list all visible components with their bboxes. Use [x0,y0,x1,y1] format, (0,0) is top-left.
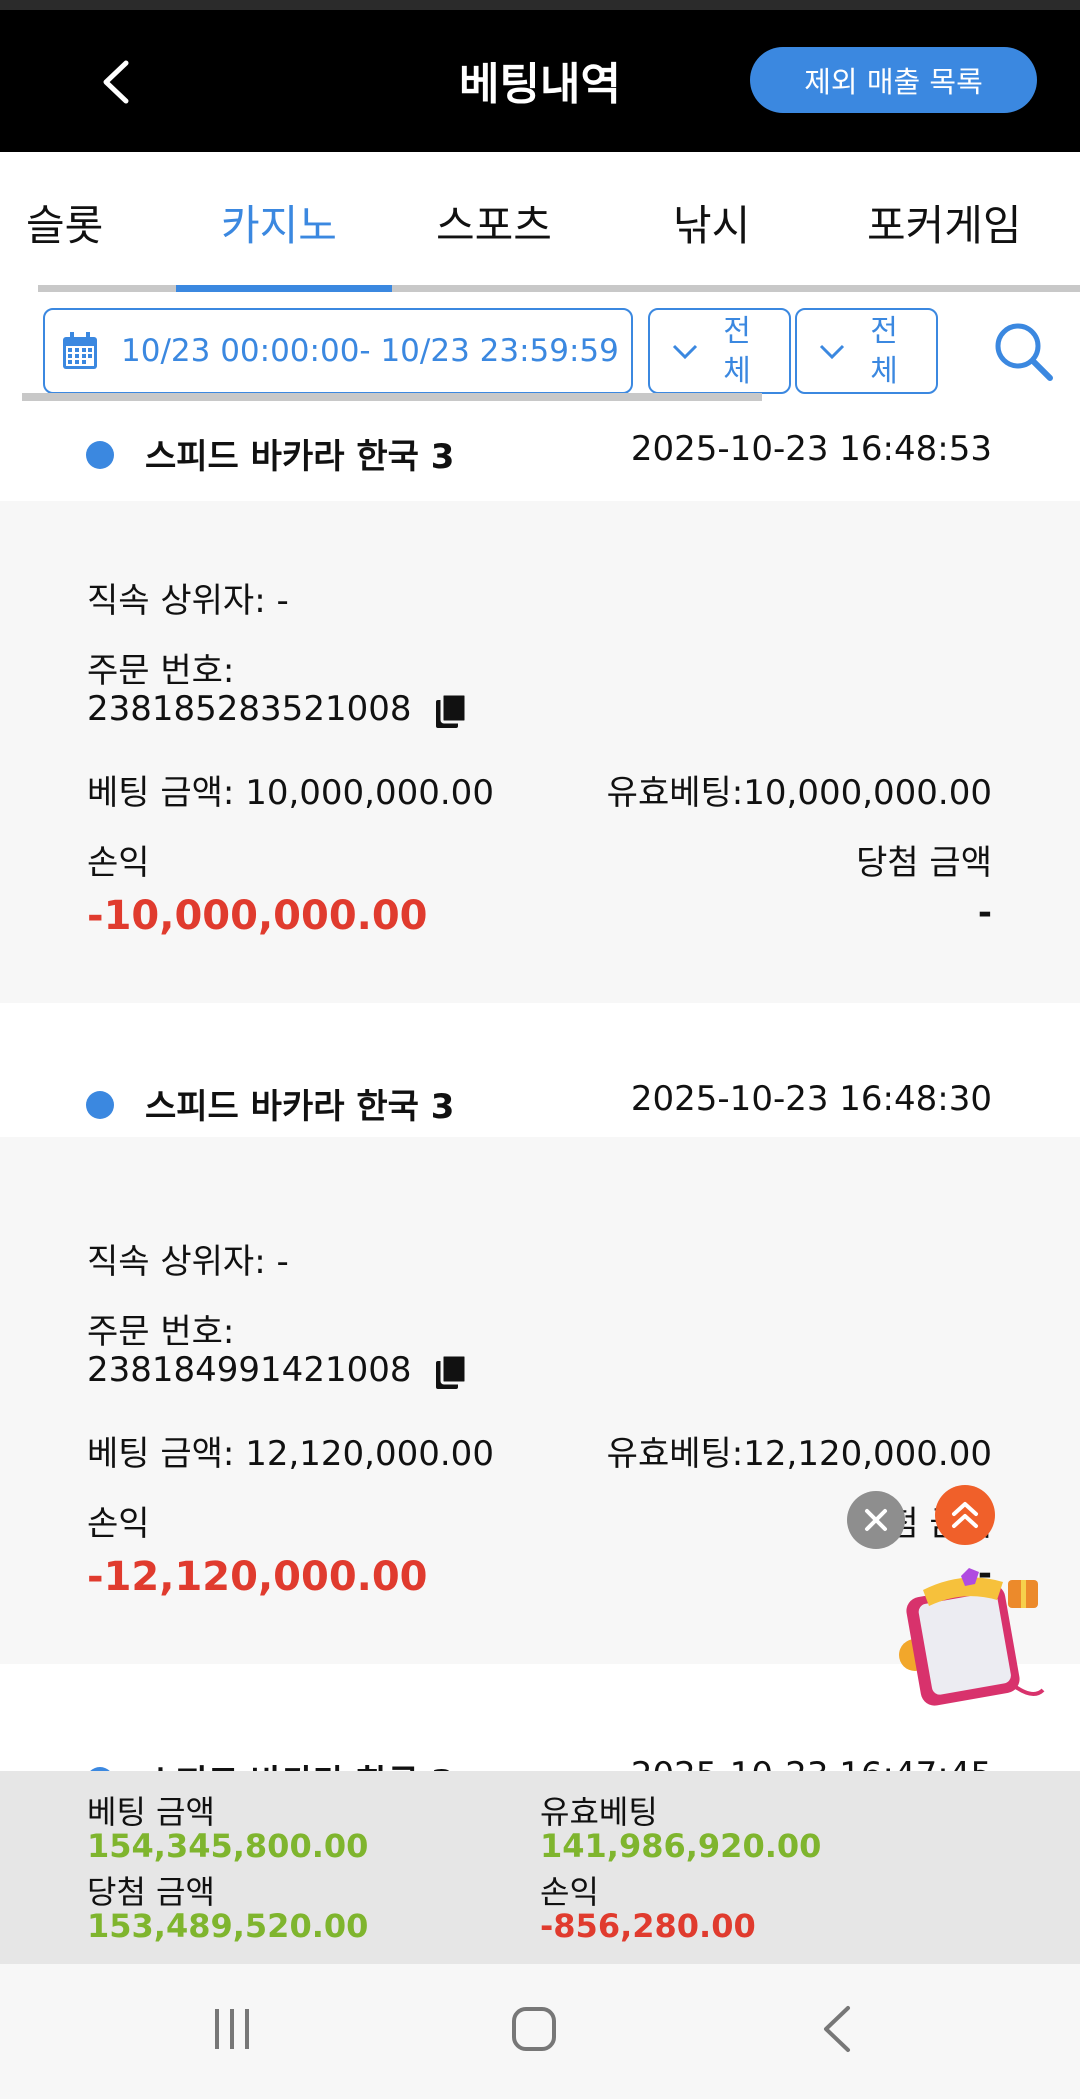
order-number-row: 238185283521008 [87,689,468,730]
game-name: 스피드 바카라 한국 3 [145,1087,455,1127]
bet-time: 2025-10-23 16:48:53 [630,429,992,469]
gift-book-icon [899,1568,1045,1706]
chevron-down-icon [819,344,845,360]
filter-select-2[interactable]: 전체 [795,308,938,394]
summary-valid-bet: 141,986,920.00 [540,1827,822,1865]
bet-header[interactable]: 스피드 바카라 한국 3 2025-10-23 16:48:30 [0,1043,1080,1137]
filter-bar: 10/23 00:00:00- 10/23 23:59:59 전체 전체 [0,292,1080,407]
calendar-icon [63,332,97,369]
profit-value: -12,120,000.00 [87,1554,428,1600]
bet-time: 2025-10-23 16:47:45 [631,1755,992,1771]
system-back-button[interactable] [796,1994,876,2064]
bet-amount-label: 베팅 금액: [87,1434,246,1474]
chevron-down-icon [672,344,698,360]
search-button[interactable] [992,320,1054,382]
bet-detail: 직속 상위자: - 주문 번호: 238184991421008 베팅 금액: … [0,1162,1080,1600]
bet-amount-row: 베팅 금액: 12,120,000.00 [87,1426,494,1475]
valid-bet-row: 유효베팅:10,000,000.00 [607,765,992,814]
tab-sports[interactable]: 스포츠 [436,192,552,253]
system-nav-bar [0,1964,1080,2099]
back-icon [824,2006,850,2052]
tab-poker[interactable]: 포커게임 [867,192,1022,253]
category-tabs: 슬롯 카지노 스포츠 낚시 포커게임 [0,152,1080,293]
filter-select-2-value: 전체 [870,314,898,389]
horizontal-scrollbar[interactable] [22,393,762,401]
profit-label: 손익 [87,843,150,883]
promo-gift-book[interactable] [893,1560,1053,1715]
home-icon [512,2007,556,2051]
bet-amount-row: 베팅 금액: 10,000,000.00 [87,765,494,814]
bet-header[interactable]: 스피드 바카라 한국 3 2025-10-23 16:48:53 [0,407,1080,501]
back-arrow-icon [103,60,129,104]
close-icon [865,1509,887,1531]
app-header: 베팅내역 제외 매출 목록 [0,10,1080,152]
valid-bet-row: 유효베팅:12,120,000.00 [607,1426,992,1475]
profit-value: -10,000,000.00 [87,893,428,939]
summary-bet-amount: 154,345,800.00 [87,1827,369,1865]
summary-panel: 베팅 금액 154,345,800.00 유효베팅 141,986,920.00… [0,1771,1080,1964]
copy-icon[interactable] [434,1353,468,1391]
bet-amount: 10,000,000.00 [245,773,494,813]
copy-icon[interactable] [434,692,468,730]
game-name: 스피드 바카라 한국 3 [145,437,455,477]
filter-select-1[interactable]: 전체 [648,308,791,394]
status-bar [0,0,1080,10]
bet-amount: 12,120,000.00 [245,1434,494,1474]
valid-bet-label: 유효베팅: [606,773,744,813]
recents-icon [215,2009,249,2049]
bet-time: 2025-10-23 16:48:30 [630,1079,992,1119]
filter-select-1-value: 전체 [723,314,751,389]
scroll-top-button[interactable] [935,1485,995,1545]
bet-amount-label: 베팅 금액: [87,773,246,813]
tab-slot[interactable]: 슬롯 [26,192,103,253]
tab-casino[interactable]: 카지노 [221,192,337,253]
search-icon [995,323,1053,381]
bet-header[interactable]: 스피드 바카라 한국 3 2025-10-23 16:47:45 [0,1737,1080,1771]
status-dot [86,441,114,469]
order-number-row: 238184991421008 [87,1350,468,1391]
tab-fishing[interactable]: 낚시 [673,192,750,253]
bet-detail: 직속 상위자: - 주문 번호: 238185283521008 베팅 금액: … [0,501,1080,939]
recents-button[interactable] [192,1994,272,2064]
game-name: 스피드 바카라 한국 3 [145,1755,454,1771]
valid-bet-label: 유효베팅: [606,1434,744,1474]
excluded-sales-button[interactable]: 제외 매출 목록 [750,47,1037,113]
close-promo-button[interactable] [847,1491,905,1549]
valid-bet: 12,120,000.00 [743,1434,992,1474]
order-number-label: 주문 번호: [87,1312,235,1352]
summary-profit: -856,280.00 [540,1907,756,1945]
win-amount-label: 당첨 금액 [856,843,992,883]
date-range-picker[interactable]: 10/23 00:00:00- 10/23 23:59:59 [43,308,633,394]
summary-win-amount: 153,489,520.00 [87,1907,369,1945]
upline-label: 직속 상위자: - [87,581,289,621]
win-amount-value: - [977,893,992,933]
valid-bet: 10,000,000.00 [743,773,992,813]
date-range-text: 10/23 00:00:00- 10/23 23:59:59 [121,333,619,369]
order-number: 238185283521008 [87,689,412,729]
upline-label: 직속 상위자: - [87,1242,289,1282]
home-button[interactable] [494,1994,574,2064]
status-dot [86,1091,114,1119]
profit-label: 손익 [87,1504,150,1544]
scroll-top-icon [952,1502,978,1528]
order-number-label: 주문 번호: [87,651,235,691]
back-button[interactable] [90,52,140,112]
order-number: 238184991421008 [87,1350,412,1390]
